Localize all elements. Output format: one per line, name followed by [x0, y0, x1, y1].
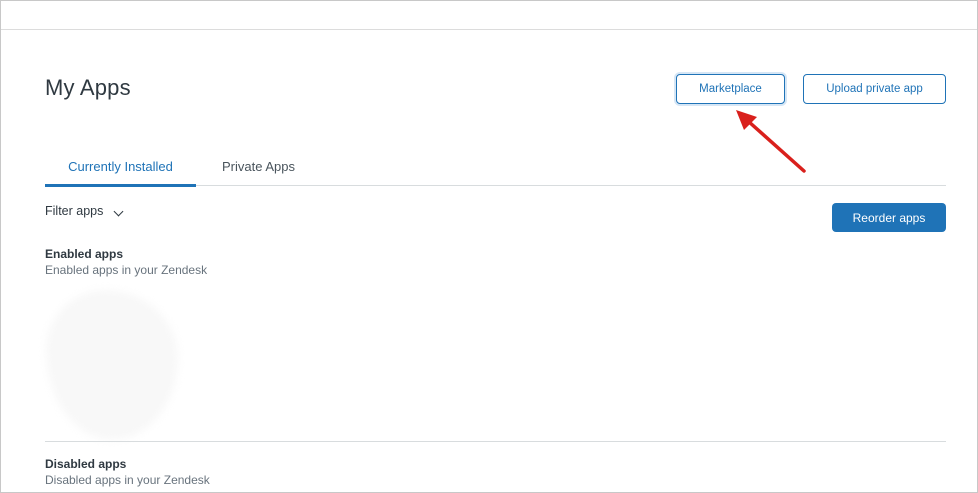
disabled-apps-heading: Disabled apps	[45, 457, 127, 471]
enabled-apps-description: Enabled apps in your Zendesk	[45, 263, 208, 277]
tab-currently-installed[interactable]: Currently Installed	[45, 159, 196, 187]
tab-bar: Currently Installed Private Apps	[45, 150, 946, 187]
top-divider	[1, 29, 977, 30]
filter-apps-label: Filter apps	[45, 204, 104, 218]
marketplace-button[interactable]: Marketplace	[676, 74, 785, 104]
enabled-apps-heading: Enabled apps	[45, 247, 124, 261]
disabled-apps-description: Disabled apps in your Zendesk	[45, 473, 210, 487]
tab-private-apps[interactable]: Private Apps	[222, 159, 295, 174]
reorder-apps-button[interactable]: Reorder apps	[832, 203, 946, 232]
filter-apps-dropdown[interactable]: Filter apps	[45, 204, 124, 218]
section-divider	[45, 441, 946, 442]
chevron-down-icon	[113, 206, 124, 217]
upload-private-app-button[interactable]: Upload private app	[803, 74, 946, 104]
page-title: My Apps	[45, 75, 131, 100]
